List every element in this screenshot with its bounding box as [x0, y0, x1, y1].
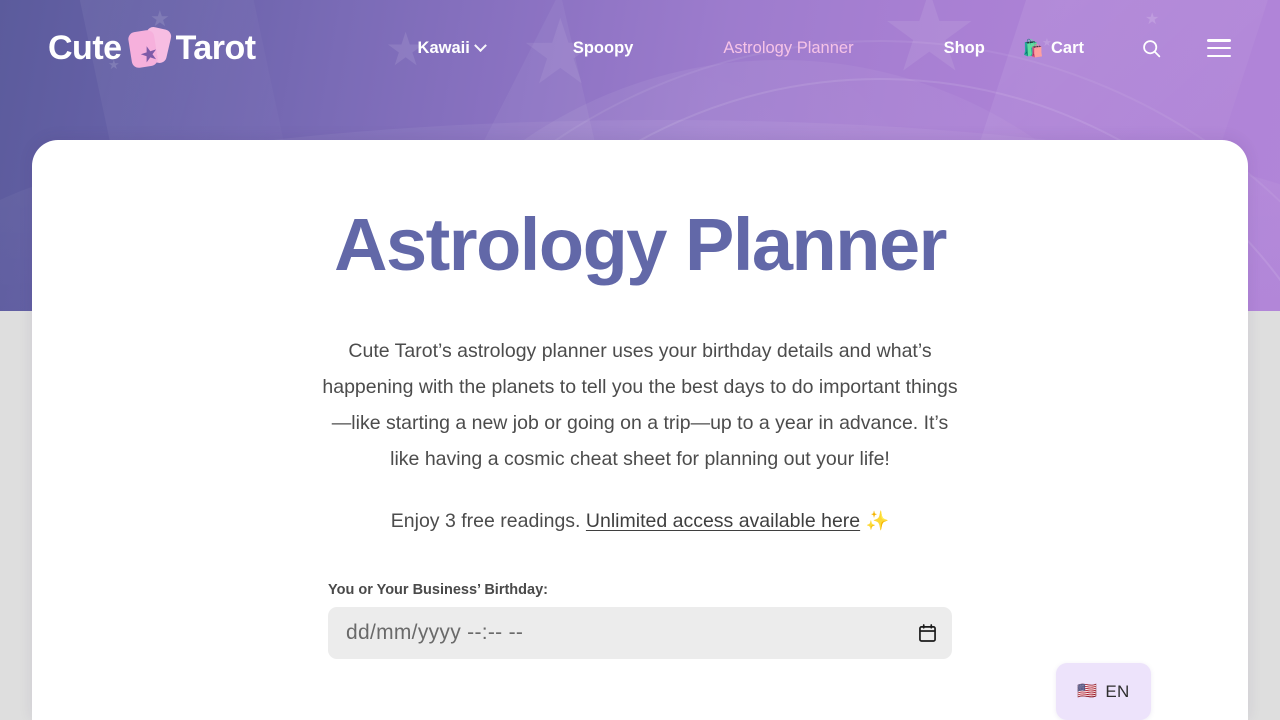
- nav-link-list: Kawaii Spoopy Astrology Planner Shop: [418, 39, 985, 58]
- sparkles-icon: ✨: [865, 510, 890, 532]
- birthday-input-placeholder: dd/mm/yyyy --:-- --: [346, 620, 524, 644]
- nav-item-kawaii[interactable]: Kawaii: [417, 38, 487, 58]
- birthday-field-label: You or Your Business’ Birthday:: [328, 581, 548, 598]
- nav-item-spoopy[interactable]: Spoopy: [573, 39, 634, 58]
- birthday-datetime-input[interactable]: dd/mm/yyyy --:-- --: [328, 606, 952, 659]
- calendar-icon[interactable]: [919, 623, 936, 642]
- page-title: Astrology Planner: [334, 203, 947, 286]
- tarot-cards-star-icon: ★: [126, 25, 173, 70]
- logo-text-cute: Cute: [48, 29, 122, 67]
- search-button[interactable]: [1134, 31, 1168, 65]
- nav-item-shop-label: Shop: [943, 38, 985, 57]
- free-readings-line: Enjoy 3 free readings. Unlimited access …: [32, 506, 1248, 537]
- page-background-left: [0, 311, 32, 720]
- nav-item-spoopy-label: Spoopy: [572, 38, 634, 57]
- language-selector[interactable]: 🇺🇸 EN: [1056, 663, 1151, 720]
- menu-button[interactable]: [1202, 31, 1236, 65]
- language-code-label: EN: [1105, 681, 1130, 701]
- free-readings-prefix: Enjoy 3 free readings.: [390, 509, 581, 532]
- us-flag-icon: 🇺🇸: [1077, 682, 1098, 700]
- site-logo[interactable]: Cute ★ Tarot: [48, 25, 256, 70]
- nav-item-shop[interactable]: Shop: [944, 39, 985, 58]
- cart-button-label: Cart: [1050, 38, 1084, 57]
- chevron-down-icon: [473, 38, 487, 52]
- birthday-form-block: You or Your Business’ Birthday: dd/mm/yy…: [328, 582, 952, 659]
- shopping-bag-icon: 🛍️: [1022, 38, 1044, 58]
- nav-item-astrology-planner[interactable]: Astrology Planner: [723, 39, 853, 58]
- nav-actions: 🛍️ Cart: [1023, 31, 1236, 65]
- tarot-card-front-shape: ★: [126, 29, 161, 69]
- cart-button[interactable]: 🛍️ Cart: [1023, 39, 1084, 58]
- unlimited-access-link[interactable]: Unlimited access available here: [586, 510, 860, 532]
- content-card: Astrology Planner Cute Tarot’s astrology…: [32, 140, 1248, 720]
- nav-item-kawaii-label: Kawaii: [417, 38, 470, 57]
- page-background-right: [1248, 311, 1280, 720]
- nav-item-astrology-planner-label: Astrology Planner: [723, 38, 854, 57]
- intro-paragraph: Cute Tarot’s astrology planner uses your…: [322, 339, 958, 470]
- search-icon: [1142, 39, 1160, 57]
- main-navigation: Cute ★ Tarot Kawaii Spoopy Astrology Pla…: [0, 0, 1280, 96]
- hamburger-menu-icon: [1207, 39, 1231, 57]
- logo-text-tarot: Tarot: [175, 29, 256, 67]
